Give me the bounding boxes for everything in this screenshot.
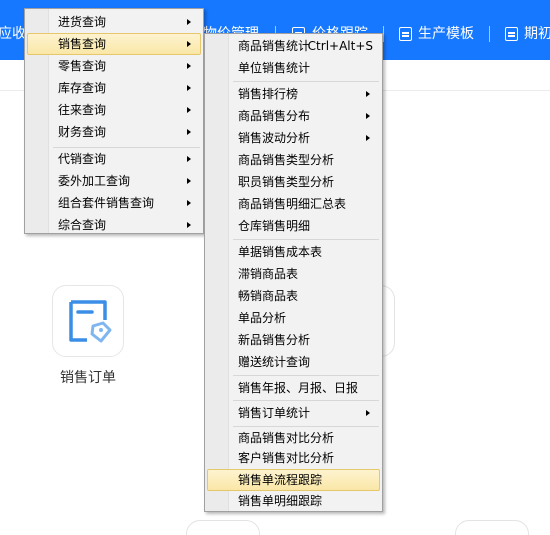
menu-item-label: 销售订单统计 <box>238 406 311 420</box>
submenu-arrow-icon <box>187 41 191 47</box>
menu-item-label: 销售单明细跟踪 <box>238 494 323 508</box>
menu-item-product-sales-stats[interactable]: 商品销售统计 Ctrl+Alt+S <box>207 35 380 57</box>
menu-item-label: 财务查询 <box>58 125 107 139</box>
menu-separator <box>233 400 379 401</box>
menu-separator <box>233 81 379 82</box>
menu-item-label: 销售波动分析 <box>238 131 311 145</box>
menu-item-product-sales-detail-summary[interactable]: 商品销售明细汇总表 <box>207 193 380 215</box>
production-template-icon <box>399 27 412 41</box>
submenu-arrow-icon <box>187 107 191 113</box>
menu-item-label: 销售年报、月报、日报 <box>238 381 359 395</box>
menu-item-sales-flow-tracking[interactable]: 销售单流程跟踪 <box>207 469 380 491</box>
menu-item-label: 销售排行榜 <box>238 87 299 101</box>
menu-item-label: 仓库销售明细 <box>238 219 311 233</box>
menu-item-label: 库存查询 <box>58 81 107 95</box>
menu-item-label: 新品销售分析 <box>238 333 311 347</box>
menu-item-label: 客户销售对比分析 <box>238 451 335 465</box>
menu-item-label: 商品销售统计 <box>238 39 311 53</box>
sales-query-submenu: 商品销售统计 Ctrl+Alt+S 单位销售统计 销售排行榜 商品销售分布 销售波… <box>204 33 383 512</box>
menu-item-sales-query[interactable]: 销售查询 <box>27 33 201 55</box>
menu-item-sales-order-stats[interactable]: 销售订单统计 <box>207 402 380 424</box>
submenu-arrow-icon <box>366 135 370 141</box>
menu-item-label: 商品销售分布 <box>238 109 311 123</box>
menu-item-consignment-query[interactable]: 代销查询 <box>27 148 201 170</box>
menu-item-label: 组合套件销售查询 <box>58 196 155 210</box>
menu-item-label: 商品销售明细汇总表 <box>238 197 347 211</box>
menu-item-single-product-analysis[interactable]: 单品分析 <box>207 307 380 329</box>
menu-item-label: 销售查询 <box>58 37 107 51</box>
menu-item-unit-sales-stats[interactable]: 单位销售统计 <box>207 57 380 79</box>
menu-item-new-product-sales[interactable]: 新品销售分析 <box>207 329 380 351</box>
sales-order-card[interactable] <box>52 285 124 357</box>
menu-item-outsourcing-query[interactable]: 委外加工查询 <box>27 170 201 192</box>
submenu-arrow-icon <box>187 129 191 135</box>
menu-item-label: 进货查询 <box>58 15 107 29</box>
nav-item-opening[interactable]: 期初 <box>524 24 550 44</box>
sales-order-label[interactable]: 销售订单 <box>44 367 132 387</box>
nav-separator <box>383 26 384 42</box>
menu-item-sales-fluctuation[interactable]: 销售波动分析 <box>207 127 380 149</box>
menu-item-account-query[interactable]: 往来查询 <box>27 99 201 121</box>
menu-item-label: 委外加工查询 <box>58 174 131 188</box>
menu-separator <box>233 239 379 240</box>
nav-separator <box>489 26 490 42</box>
menu-item-slow-selling-products[interactable]: 滞销商品表 <box>207 263 380 285</box>
menu-item-label: 商品销售类型分析 <box>238 153 335 167</box>
query-menu: 进货查询 销售查询 零售查询 库存查询 往来查询 财务查询 代销查询 委外加工查… <box>24 8 204 234</box>
menu-item-stock-query[interactable]: 库存查询 <box>27 77 201 99</box>
submenu-arrow-icon <box>187 85 191 91</box>
menu-separator <box>233 375 379 376</box>
menu-item-sales-reports[interactable]: 销售年报、月报、日报 <box>207 377 380 399</box>
opening-icon <box>505 27 518 41</box>
menu-item-sales-detail-tracking[interactable]: 销售单明细跟踪 <box>207 490 380 512</box>
menu-item-product-sales-type[interactable]: 商品销售类型分析 <box>207 149 380 171</box>
submenu-arrow-icon <box>187 63 191 69</box>
menu-item-shortcut: Ctrl+Alt+S <box>307 39 373 53</box>
submenu-arrow-icon <box>366 91 370 97</box>
sales-order-icon <box>69 300 112 343</box>
menu-item-label: 赠送统计查询 <box>238 355 311 369</box>
menu-item-label: 畅销商品表 <box>238 289 299 303</box>
menu-item-general-query[interactable]: 综合查询 <box>27 214 201 236</box>
menu-item-label: 单位销售统计 <box>238 61 311 75</box>
app-card-partial[interactable] <box>455 520 529 535</box>
menu-item-label: 综合查询 <box>58 218 107 232</box>
menu-item-label: 零售查询 <box>58 59 107 73</box>
submenu-arrow-icon <box>187 178 191 184</box>
menu-item-best-selling-products[interactable]: 畅销商品表 <box>207 285 380 307</box>
menu-item-warehouse-sales-detail[interactable]: 仓库销售明细 <box>207 215 380 237</box>
menu-item-label: 职员销售类型分析 <box>238 175 335 189</box>
menu-item-customer-sales-comparison[interactable]: 客户销售对比分析 <box>207 447 380 469</box>
menu-item-label: 单据销售成本表 <box>238 245 323 259</box>
menu-item-sales-ranking[interactable]: 销售排行榜 <box>207 83 380 105</box>
submenu-arrow-icon <box>366 113 370 119</box>
menu-item-label: 单品分析 <box>238 311 287 325</box>
menu-item-product-sales-distribution[interactable]: 商品销售分布 <box>207 105 380 127</box>
submenu-arrow-icon <box>187 222 191 228</box>
menu-item-retail-query[interactable]: 零售查询 <box>27 55 201 77</box>
menu-item-label: 往来查询 <box>58 103 107 117</box>
menu-item-label: 代销查询 <box>58 152 107 166</box>
menu-item-product-sales-comparison[interactable]: 商品销售对比分析 <box>207 427 380 449</box>
menu-item-finance-query[interactable]: 财务查询 <box>27 121 201 143</box>
submenu-arrow-icon <box>187 19 191 25</box>
menu-item-kit-sales-query[interactable]: 组合套件销售查询 <box>27 192 201 214</box>
menu-item-document-sales-cost[interactable]: 单据销售成本表 <box>207 241 380 263</box>
nav-item-production-template[interactable]: 生产模板 <box>418 24 474 44</box>
menu-item-label: 销售单流程跟踪 <box>238 473 323 487</box>
menu-item-purchase-query[interactable]: 进货查询 <box>27 11 201 33</box>
menu-item-gift-stats[interactable]: 赠送统计查询 <box>207 351 380 373</box>
submenu-arrow-icon <box>366 410 370 416</box>
menu-item-label: 商品销售对比分析 <box>238 431 335 445</box>
submenu-arrow-icon <box>187 156 191 162</box>
menu-item-label: 滞销商品表 <box>238 267 299 281</box>
app-card-partial[interactable] <box>186 520 260 535</box>
submenu-arrow-icon <box>187 200 191 206</box>
menu-item-staff-sales-type[interactable]: 职员销售类型分析 <box>207 171 380 193</box>
